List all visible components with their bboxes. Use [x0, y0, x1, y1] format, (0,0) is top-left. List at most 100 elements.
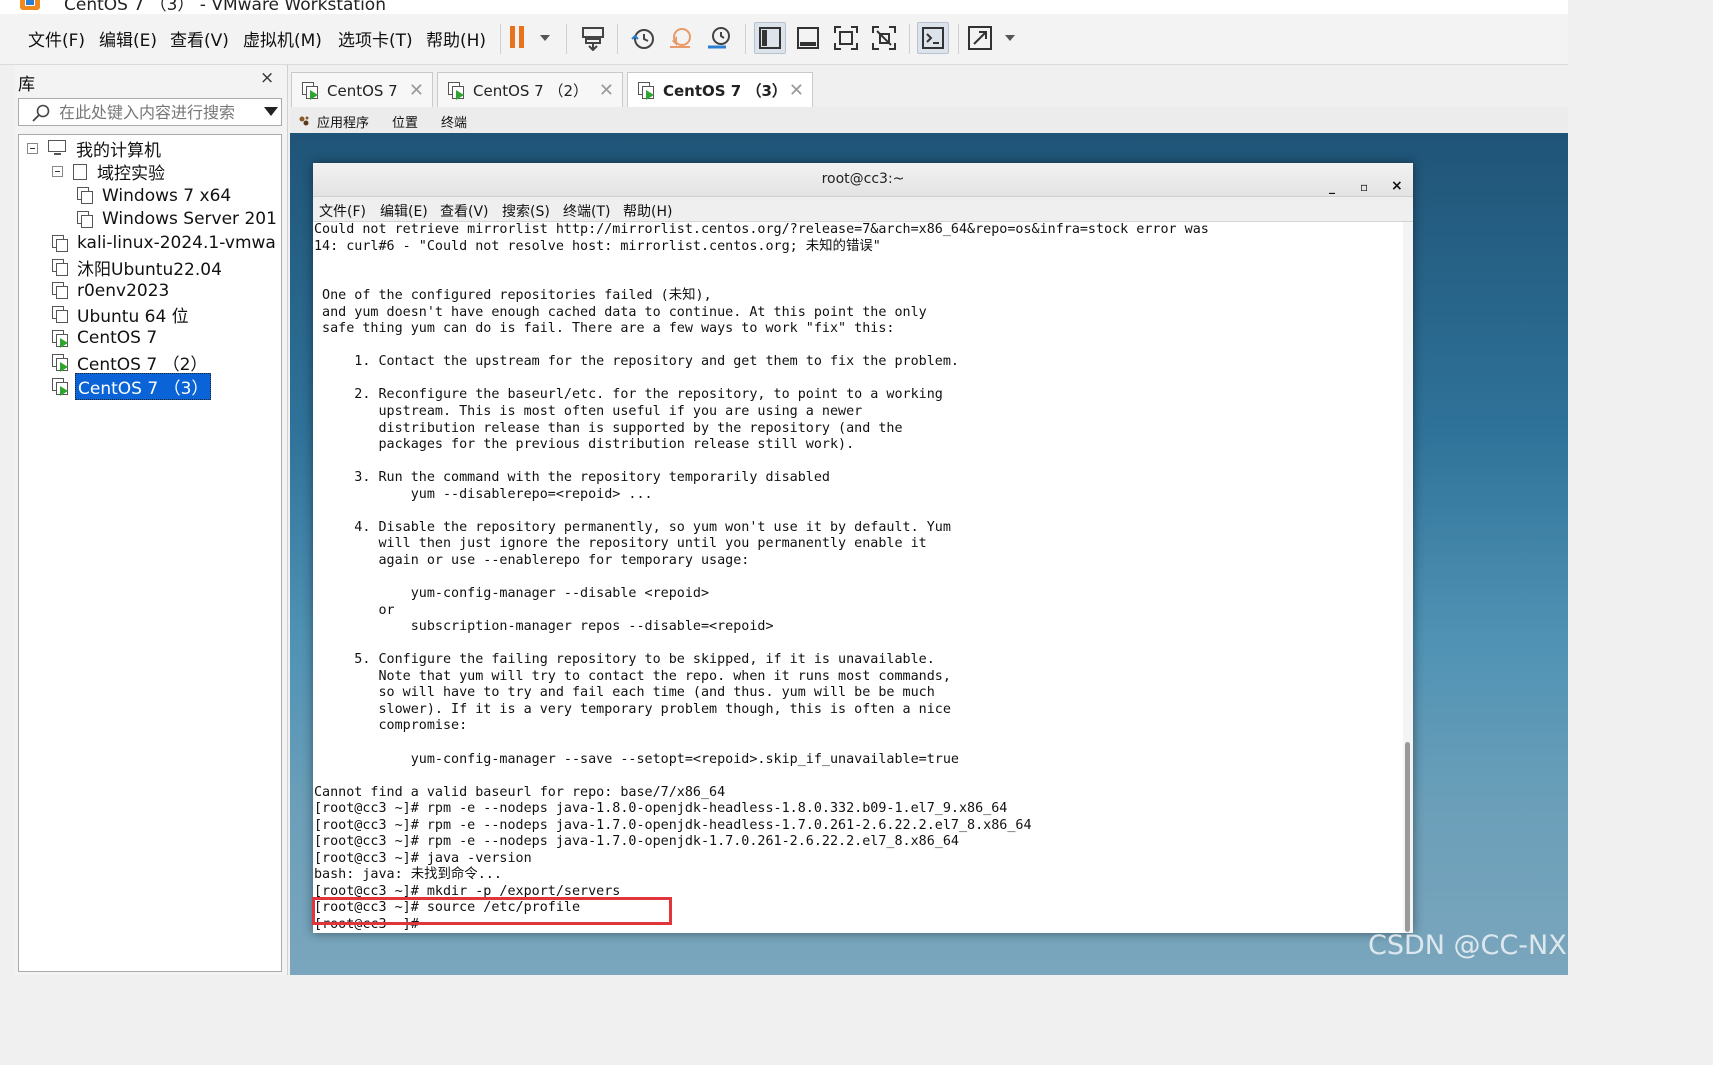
- terminal-line: yum-config-manager --disable <repoid>: [314, 586, 710, 602]
- toolbar-separator: [617, 24, 618, 54]
- toolbar-separator: [745, 24, 746, 54]
- tree-item-label: Windows 7 x64: [102, 185, 232, 206]
- pause-icon: [510, 26, 550, 48]
- window-title: CentOS 7 （3） - VMware Workstation: [64, 0, 386, 14]
- tree-item[interactable]: r0env2023: [52, 279, 171, 303]
- tree-item[interactable]: CentOS 7 （2）: [52, 350, 209, 375]
- guest-menu-applications[interactable]: 应用程序: [317, 112, 369, 131]
- terminal-line: packages for the previous distribution r…: [314, 437, 855, 453]
- terminal-line: [root@cc3 ~]# rpm -e --nodeps java-1.8.0…: [314, 801, 1008, 817]
- console-view-button[interactable]: [917, 22, 949, 54]
- terminal-line: will then just ignore the repository unt…: [314, 536, 927, 552]
- menu-help[interactable]: 帮助(H): [426, 26, 486, 51]
- snapshot-icon: [631, 29, 654, 49]
- vm-icon: [77, 210, 94, 228]
- terminal-menu-file[interactable]: 文件(F): [319, 201, 366, 221]
- tab-centos7-2[interactable]: CentOS 7 （2） ✕: [437, 72, 623, 108]
- thumbnail-bar-icon: [797, 27, 819, 49]
- tree-item[interactable]: 我的计算机: [27, 136, 163, 161]
- library-close-icon[interactable]: ×: [260, 68, 274, 88]
- terminal-line: Cannot find a valid baseurl for repo: ba…: [314, 784, 726, 800]
- tree-item[interactable]: 域控实验: [52, 160, 167, 184]
- pause-button[interactable]: [506, 22, 554, 54]
- vm-icon: [52, 282, 69, 300]
- terminal-line: or: [314, 602, 395, 618]
- tab-close-icon[interactable]: ✕: [599, 80, 614, 101]
- fullscreen-button[interactable]: [830, 22, 862, 54]
- terminal-menu-view[interactable]: 查看(V): [440, 201, 489, 221]
- show-library-icon: [759, 27, 781, 49]
- menu-tabs[interactable]: 选项卡(T): [338, 26, 413, 51]
- library-search-box[interactable]: [18, 98, 282, 126]
- show-library-button[interactable]: [754, 22, 786, 54]
- snapshot-button[interactable]: [627, 22, 659, 54]
- tree-item[interactable]: CentOS 7 （3）: [52, 372, 212, 400]
- vm-tab-strip: CentOS 7 ✕ CentOS 7 （2） ✕ CentOS 7 （3） ✕: [288, 65, 1568, 108]
- snapshot-manager-icon: [708, 27, 730, 49]
- send-ctrl-alt-del-icon: [582, 27, 604, 51]
- tab-centos7-3[interactable]: CentOS 7 （3） ✕: [627, 72, 813, 108]
- unity-button[interactable]: [868, 22, 900, 54]
- collapse-icon[interactable]: [27, 142, 38, 154]
- terminal-line: safe thing yum can do is fail. There are…: [314, 321, 895, 337]
- console-view-icon: [922, 27, 944, 49]
- terminal-line: yum --disablerepo=<repoid> ...: [314, 486, 653, 502]
- stretch-icon: [968, 26, 1015, 50]
- search-icon: [32, 104, 50, 122]
- tab-close-icon[interactable]: ✕: [409, 80, 424, 101]
- terminal-output[interactable]: Could not retrieve mirrorlist http://mir…: [313, 222, 1404, 933]
- thumbnail-bar-button[interactable]: [792, 22, 824, 54]
- tree-item[interactable]: Windows Server 201: [77, 207, 279, 231]
- terminal-line: 3. Run the command with the repository t…: [314, 470, 830, 486]
- tab-centos7[interactable]: CentOS 7 ✕: [291, 72, 433, 108]
- terminal-menu-help[interactable]: 帮助(H): [623, 201, 672, 221]
- revert-snapshot-button[interactable]: [665, 22, 697, 54]
- terminal-scrollbar[interactable]: [1403, 222, 1413, 933]
- csdn-watermark: CSDN @CC-NX: [1368, 930, 1567, 961]
- tree-item-label: 域控实验: [97, 164, 165, 185]
- tree-item[interactable]: CentOS 7: [52, 326, 159, 350]
- tree-item[interactable]: Windows 7 x64: [77, 184, 233, 208]
- stretch-button[interactable]: [966, 22, 1020, 54]
- vm-running-icon: [302, 82, 319, 100]
- terminal-line: compromise:: [314, 718, 468, 734]
- tree-item-label: CentOS 7 （3）: [75, 372, 212, 400]
- toolbar-separator: [500, 24, 501, 54]
- tree-item-label: kali-linux-2024.1-vmwa: [77, 233, 276, 254]
- tree-item[interactable]: 沐阳Ubuntu22.04: [52, 255, 224, 280]
- terminal-line: Note that yum will try to contact the re…: [314, 668, 951, 684]
- terminal-titlebar[interactable]: root@cc3:~ _ ▫ ×: [313, 163, 1413, 197]
- vm-icon: [52, 234, 69, 252]
- tab-close-icon[interactable]: ✕: [789, 80, 804, 101]
- tree-item[interactable]: Ubuntu 64 位: [52, 303, 191, 327]
- tree-item-label: 我的计算机: [76, 140, 161, 161]
- menu-vm[interactable]: 虚拟机(M): [243, 26, 322, 51]
- library-search-input[interactable]: [59, 101, 259, 123]
- guest-menu-terminal[interactable]: 终端: [441, 112, 467, 131]
- vm-icon: [52, 258, 69, 276]
- tree-item-label: CentOS 7: [77, 328, 158, 349]
- terminal-menu-terminal[interactable]: 终端(T): [563, 201, 610, 221]
- guest-menu-places[interactable]: 位置: [392, 112, 418, 131]
- terminal-line: subscription-manager repos --disable=<re…: [314, 619, 774, 635]
- menu-file[interactable]: 文件(F): [28, 26, 85, 51]
- terminal-menu-edit[interactable]: 编辑(E): [380, 201, 428, 221]
- menu-view[interactable]: 查看(V): [170, 26, 229, 51]
- terminal-title: root@cc3:~: [821, 171, 905, 187]
- snapshot-manager-button[interactable]: [703, 22, 735, 54]
- terminal-scrollbar-thumb[interactable]: [1405, 742, 1410, 932]
- terminal-line: [root@cc3 ~]# java -version: [314, 850, 532, 866]
- terminal-line: bash: java: 未找到命令...: [314, 867, 502, 883]
- menu-toolbar-bar: 文件(F) 编辑(E) 查看(V) 虚拟机(M) 选项卡(T) 帮助(H): [0, 14, 1568, 65]
- collapse-icon[interactable]: [52, 166, 63, 178]
- terminal-menu-search[interactable]: 搜索(S): [502, 201, 550, 221]
- chevron-down-icon[interactable]: [264, 107, 278, 116]
- fullscreen-icon: [834, 26, 858, 50]
- tree-item[interactable]: kali-linux-2024.1-vmwa: [52, 231, 278, 255]
- menu-edit[interactable]: 编辑(E): [99, 26, 157, 51]
- send-ctrl-alt-del-button[interactable]: [577, 22, 609, 54]
